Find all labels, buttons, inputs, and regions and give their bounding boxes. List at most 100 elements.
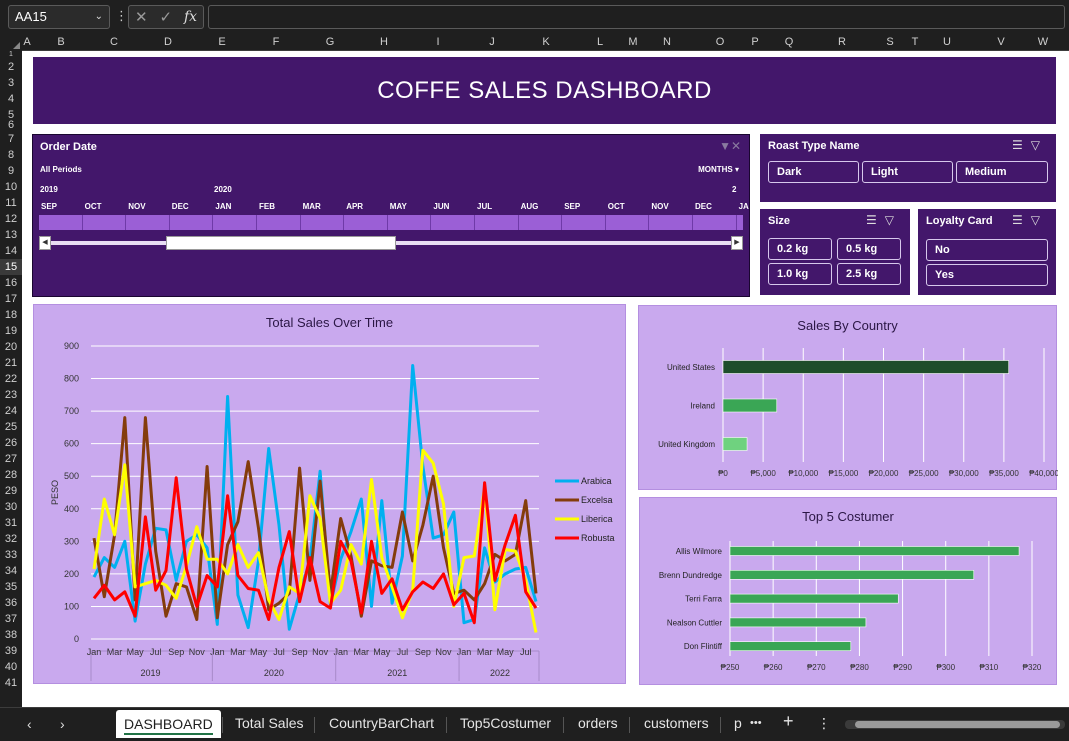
next-sheet-icon[interactable]: ›: [60, 716, 65, 732]
column-header[interactable]: J: [486, 36, 498, 48]
row-header[interactable]: 32: [0, 531, 22, 547]
slicer-item-no[interactable]: No: [926, 239, 1048, 261]
row-header[interactable]: 7: [0, 131, 22, 147]
slicer-item-1-0kg[interactable]: 1.0 kg: [768, 263, 832, 285]
row-header[interactable]: 23: [0, 387, 22, 403]
tab-country-bar-chart[interactable]: CountryBarChart: [329, 715, 434, 731]
row-header[interactable]: 31: [0, 515, 22, 531]
timeline-month-cell[interactable]: [257, 215, 301, 230]
row-header[interactable]: 13: [0, 227, 22, 243]
row-header[interactable]: 37: [0, 611, 22, 627]
cancel-icon[interactable]: ✕: [135, 8, 148, 26]
tab-orders[interactable]: orders: [578, 715, 618, 731]
column-header[interactable]: G: [324, 36, 336, 48]
column-header[interactable]: W: [1037, 36, 1049, 48]
row-header[interactable]: 12: [0, 211, 22, 227]
slicer-item-2-5kg[interactable]: 2.5 kg: [837, 263, 901, 285]
column-header[interactable]: O: [714, 36, 726, 48]
row-header[interactable]: 22: [0, 371, 22, 387]
column-header[interactable]: I: [432, 36, 444, 48]
timeline-month-cell[interactable]: [649, 215, 693, 230]
clear-filter-icon[interactable]: ▽: [1031, 138, 1048, 152]
row-header[interactable]: 40: [0, 659, 22, 675]
column-header[interactable]: S: [884, 36, 896, 48]
timeline-month-cell[interactable]: [519, 215, 563, 230]
timeline-month-cell[interactable]: [39, 215, 83, 230]
row-header[interactable]: 34: [0, 563, 22, 579]
row-header[interactable]: 2: [0, 59, 22, 75]
sheet-menu-icon[interactable]: ⋮: [817, 715, 831, 732]
row-header[interactable]: 1: [0, 51, 22, 59]
formula-input[interactable]: [208, 5, 1065, 29]
row-header[interactable]: 14: [0, 243, 22, 259]
multi-select-icon[interactable]: ☰: [1012, 138, 1031, 152]
timeline-month-cell[interactable]: [344, 215, 388, 230]
scroll-right-icon[interactable]: ▶: [731, 236, 743, 250]
row-header[interactable]: 39: [0, 643, 22, 659]
column-header[interactable]: A: [21, 36, 33, 48]
function-icon[interactable]: fx: [184, 9, 197, 25]
more-icon[interactable]: ⋮: [115, 8, 128, 24]
row-header[interactable]: 27: [0, 451, 22, 467]
scroll-thumb[interactable]: [855, 721, 1060, 728]
scroll-thumb[interactable]: [166, 236, 396, 250]
row-header[interactable]: 41: [0, 675, 22, 691]
row-header[interactable]: 28: [0, 467, 22, 483]
row-header[interactable]: 8: [0, 147, 22, 163]
column-header[interactable]: L: [594, 36, 606, 48]
column-header[interactable]: T: [909, 36, 921, 48]
tab-dashboard[interactable]: DASHBOARD: [116, 710, 221, 738]
row-header[interactable]: 38: [0, 627, 22, 643]
select-all-corner[interactable]: [0, 34, 22, 51]
timeline-month-cell[interactable]: [170, 215, 214, 230]
timeline-month-cell[interactable]: [126, 215, 170, 230]
row-header[interactable]: 21: [0, 355, 22, 371]
scroll-left-icon[interactable]: ◀: [39, 236, 51, 250]
tab-p[interactable]: p: [734, 715, 742, 731]
row-header[interactable]: 20: [0, 339, 22, 355]
timeline-month-cell[interactable]: [475, 215, 519, 230]
row-header[interactable]: 35: [0, 579, 22, 595]
timeline-month-cell[interactable]: [693, 215, 737, 230]
column-header[interactable]: Q: [783, 36, 795, 48]
row-header[interactable]: 19: [0, 323, 22, 339]
chevron-down-icon[interactable]: ⌄: [95, 6, 103, 28]
column-header[interactable]: C: [108, 36, 120, 48]
more-tabs-icon[interactable]: •••: [750, 717, 762, 729]
clear-filter-icon[interactable]: ▽: [885, 213, 902, 227]
slicer-item-dark[interactable]: Dark: [768, 161, 859, 183]
row-header[interactable]: 29: [0, 483, 22, 499]
row-header[interactable]: 11: [0, 195, 22, 211]
total-sales-chart[interactable]: Total Sales Over Time 0 100 200 300 400 500 60…: [33, 304, 626, 684]
row-header[interactable]: 3: [0, 75, 22, 91]
row-header[interactable]: 17: [0, 291, 22, 307]
column-header[interactable]: M: [627, 36, 639, 48]
timeline-month-cell[interactable]: [83, 215, 127, 230]
column-header[interactable]: D: [162, 36, 174, 48]
row-header[interactable]: 33: [0, 547, 22, 563]
prev-sheet-icon[interactable]: ‹: [27, 716, 32, 732]
row-header[interactable]: 36: [0, 595, 22, 611]
timeline-month-cell[interactable]: [301, 215, 345, 230]
column-header[interactable]: E: [216, 36, 228, 48]
row-header[interactable]: 16: [0, 275, 22, 291]
column-header[interactable]: B: [55, 36, 67, 48]
timeline-level-dropdown[interactable]: MONTHS ▾: [698, 165, 739, 174]
row-header[interactable]: 30: [0, 499, 22, 515]
column-header[interactable]: N: [661, 36, 673, 48]
column-header[interactable]: F: [270, 36, 282, 48]
horizontal-scrollbar[interactable]: [845, 720, 1065, 729]
slicer-item-light[interactable]: Light: [862, 161, 953, 183]
timeline-range-bar[interactable]: [39, 215, 781, 230]
row-header[interactable]: 26: [0, 435, 22, 451]
row-header[interactable]: 24: [0, 403, 22, 419]
column-header[interactable]: U: [941, 36, 953, 48]
clear-filter-icon[interactable]: ▽: [1031, 213, 1048, 227]
column-header[interactable]: V: [995, 36, 1007, 48]
column-header[interactable]: R: [836, 36, 848, 48]
multi-select-icon[interactable]: ☰: [1012, 213, 1031, 227]
timeline-month-cell[interactable]: [388, 215, 432, 230]
slicer-item-0-5kg[interactable]: 0.5 kg: [837, 238, 901, 260]
top5-costumer-chart[interactable]: Top 5 Costumer ₱250 ₱260 ₱270 ₱280 ₱290 ₱300 ₱…: [639, 497, 1057, 685]
clear-filter-icon[interactable]: ▼✕: [719, 139, 741, 153]
